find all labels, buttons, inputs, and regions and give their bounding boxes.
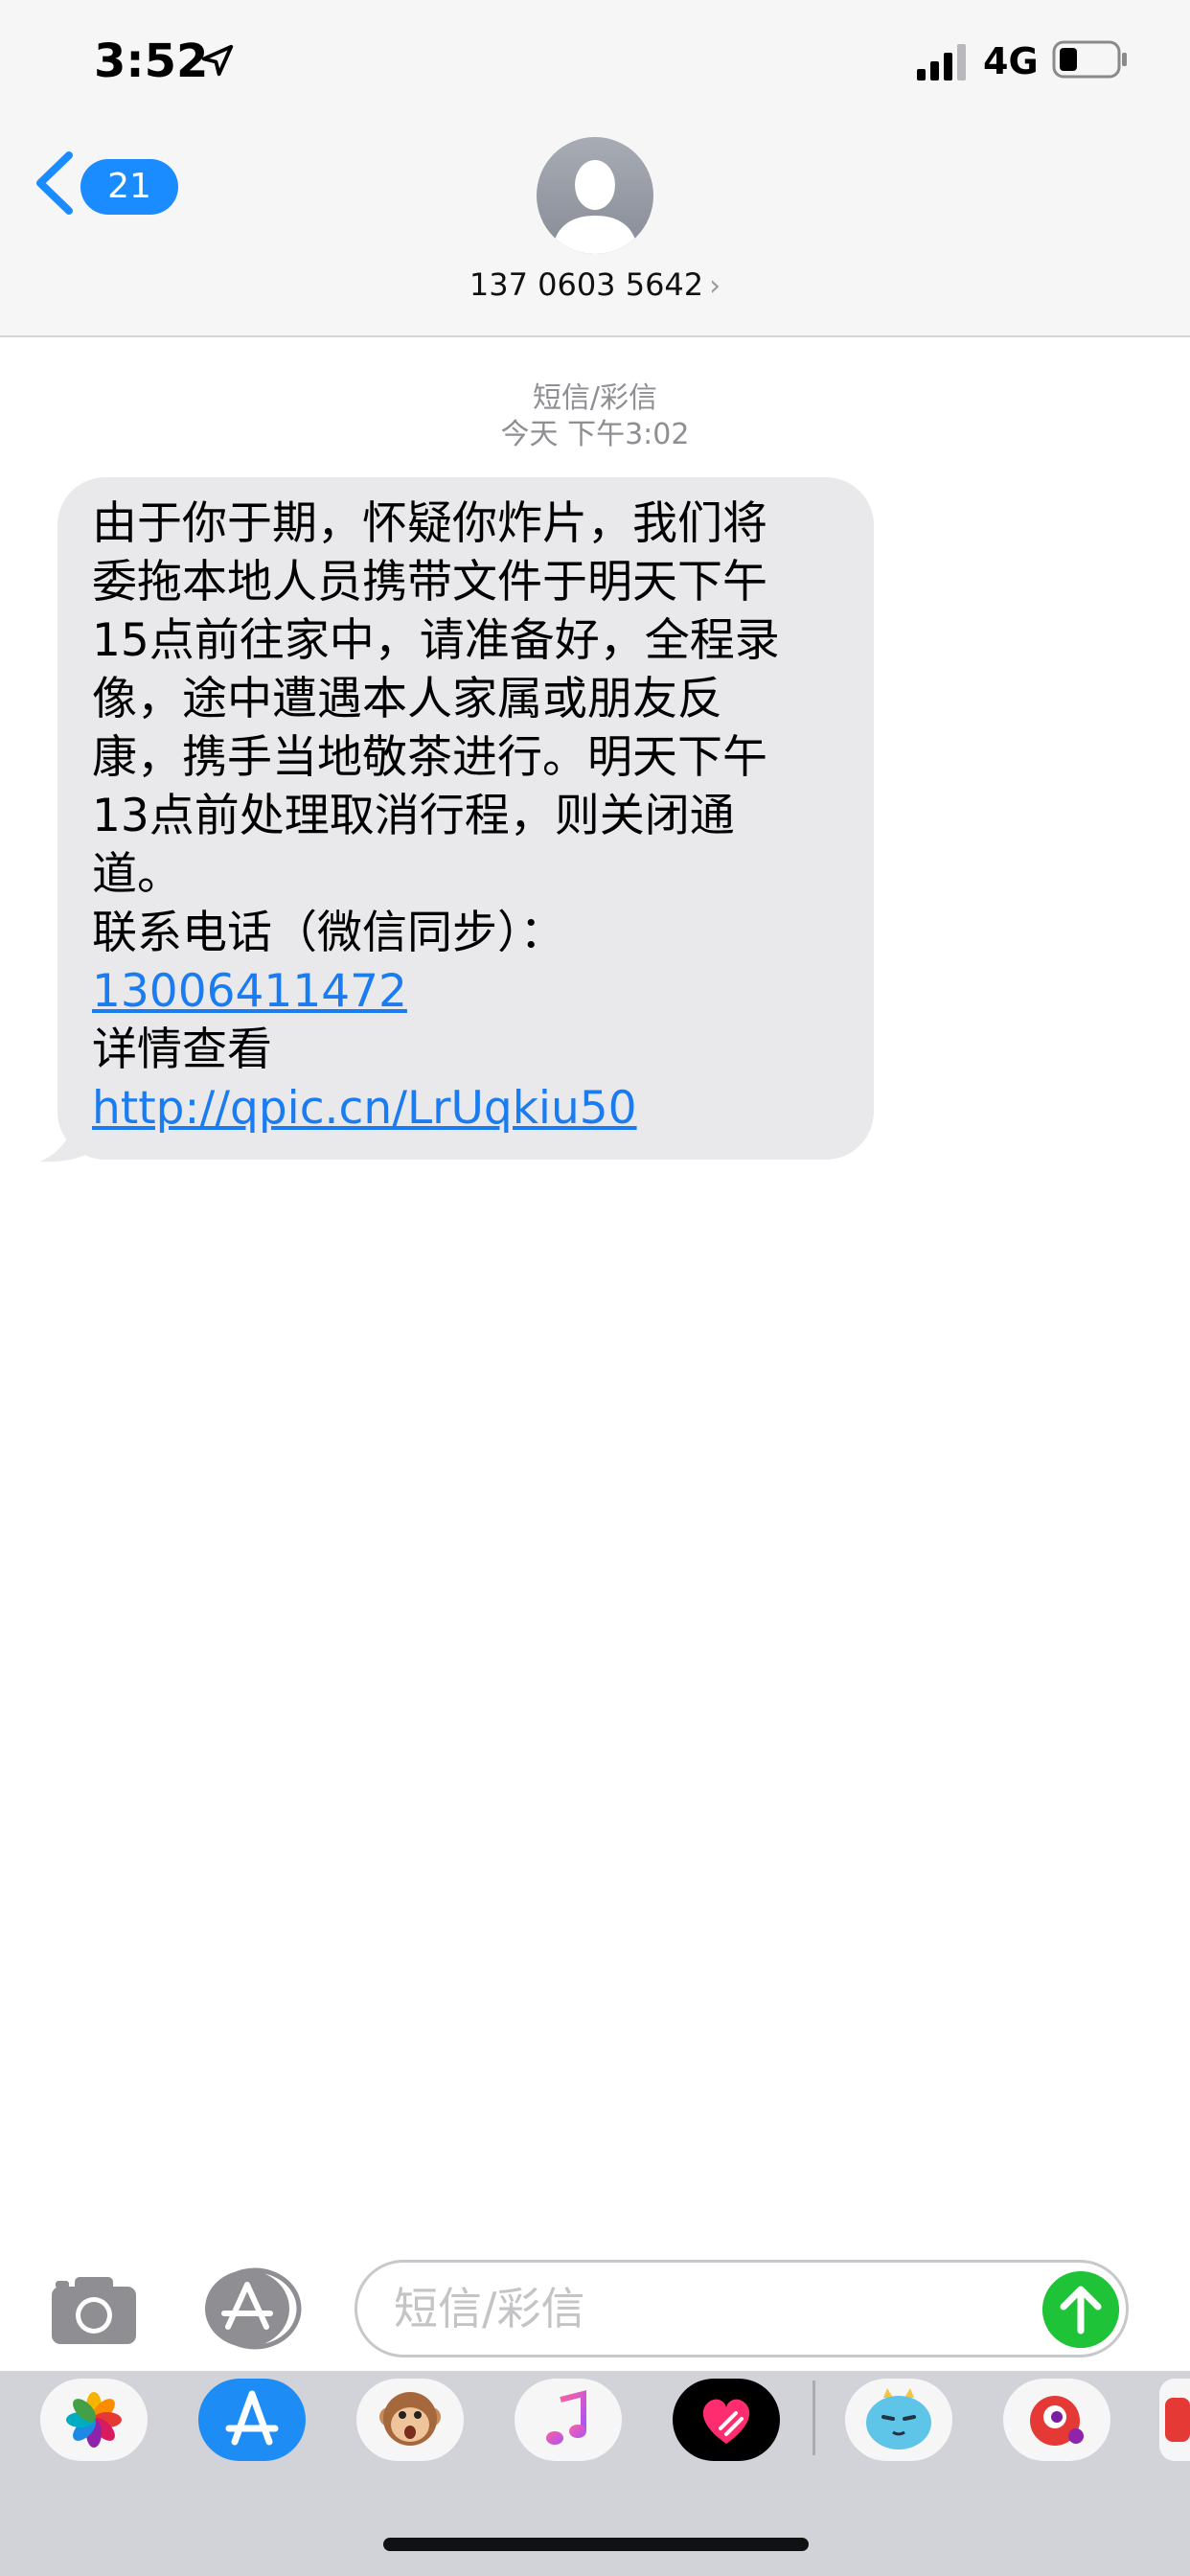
contact-number: 137 0603 5642 <box>469 266 704 303</box>
location-arrow-icon <box>201 44 234 77</box>
cellular-signal-icon <box>917 44 966 80</box>
message-line: 委拖本地人员携带文件于明天下午 <box>92 556 767 609</box>
message-line: 13点前处理取消行程，则关闭通 <box>92 790 735 842</box>
message-line: 15点前往家中，请准备好，全程录 <box>92 614 780 667</box>
phone-number-link[interactable]: 13006411472 <box>92 965 407 1018</box>
person-silhouette-icon <box>552 160 638 254</box>
message-line: 道。 <box>92 848 182 901</box>
chevron-right-icon: › <box>709 269 721 303</box>
message-timestamp: 今天 下午3:02 <box>500 418 690 451</box>
sticker-monster-icon[interactable] <box>845 2379 952 2461</box>
animoji-icon[interactable] <box>356 2379 464 2461</box>
unread-count-badge: 21 <box>80 159 178 215</box>
app-store-icon[interactable] <box>198 2379 306 2461</box>
back-button[interactable]: 21 <box>33 146 178 222</box>
message-line: 联系电话（微信同步）： <box>92 907 565 959</box>
network-type: 4G <box>983 40 1039 82</box>
game-icon[interactable] <box>1003 2379 1110 2461</box>
app-store-button-icon[interactable] <box>199 2267 305 2350</box>
drawer-divider <box>812 2380 815 2455</box>
chevron-left-icon <box>36 151 73 215</box>
status-time: 3:52 <box>94 34 209 88</box>
detail-label: 详情查看 <box>92 1024 272 1076</box>
message-line: 像，途中遭遇本人家属或朋友反 <box>92 673 722 725</box>
message-line: 由于你于期，怀疑你炸片，我们将 <box>92 497 767 550</box>
photos-icon[interactable] <box>40 2379 148 2461</box>
url-link[interactable]: http://qpic.cn/LrUqkiu50 <box>92 1082 637 1135</box>
music-icon[interactable] <box>515 2379 622 2461</box>
message-input[interactable] <box>355 2260 1129 2358</box>
send-button[interactable] <box>1042 2271 1119 2348</box>
digital-touch-icon[interactable] <box>673 2379 780 2461</box>
message-line: 康，携手当地敬茶进行。明天下午 <box>92 731 767 784</box>
camera-icon[interactable] <box>46 2271 142 2348</box>
contact-info[interactable]: 137 0603 5642 › <box>0 266 1190 303</box>
battery-icon <box>1052 40 1127 79</box>
partial-app-icon[interactable] <box>1159 2379 1190 2461</box>
message-body: 由于你于期，怀疑你炸片，我们将 委拖本地人员携带文件于明天下午 15点前往家中，… <box>92 494 849 1138</box>
contact-avatar[interactable] <box>537 137 653 254</box>
home-indicator[interactable] <box>383 2538 809 2551</box>
